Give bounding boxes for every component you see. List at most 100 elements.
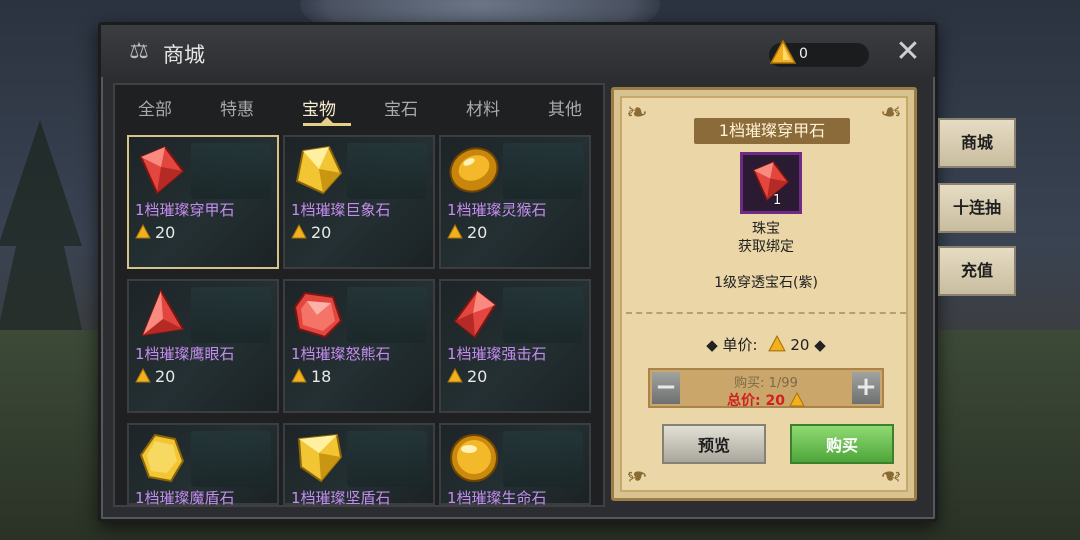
gold-triangle-icon <box>135 367 151 383</box>
gold-triangle-icon <box>447 367 463 383</box>
detail-item-icon: 1 <box>740 152 802 214</box>
red-hex-gem-icon <box>293 291 343 339</box>
window-title: 商城 <box>163 43 205 67</box>
side-tab-ten-draw[interactable]: 十连抽 <box>938 183 1016 233</box>
item-price: 20 <box>447 223 487 243</box>
buy-count: 购买: 1/99 <box>734 376 798 391</box>
corner-ornament-icon: ❧ <box>626 98 648 128</box>
corner-ornament-icon: ❧ <box>626 460 648 490</box>
increase-button[interactable]: + <box>852 372 880 404</box>
yellow-oval-gem-icon <box>139 433 185 483</box>
detail-binding: 获取绑定 <box>738 239 794 255</box>
item-background-art <box>347 143 427 199</box>
item-price-value: 20 <box>311 223 332 242</box>
gold-triangle-icon <box>768 334 787 352</box>
yellow-crystal-gem-icon <box>295 145 343 195</box>
item-price-value: 20 <box>155 223 176 242</box>
unit-price-value: 20 <box>790 336 810 354</box>
item-name: 1档璀璨强击石 <box>447 345 547 363</box>
total-price-label: 总价: 20 <box>727 393 785 409</box>
titlebar: ⚖ 商城 0 ✕ <box>101 25 935 77</box>
diamond-bullet-icon: ◆ <box>706 336 718 354</box>
item-background-art <box>347 431 427 487</box>
unit-price: ◆ 单价: 20 ◆ <box>622 334 910 355</box>
item-background-art <box>347 287 427 343</box>
item-name: 1档璀璨怒熊石 <box>291 345 391 363</box>
tab-gem[interactable]: 宝石 <box>361 95 441 120</box>
corner-ornament-icon: ❧ <box>880 98 902 128</box>
detail-title: 1档璀璨穿甲石 <box>694 118 850 144</box>
item-detail-panel: ❧ ❧ ❧ ❧ 1档璀璨穿甲石 1 珠宝 获取绑定 1级穿透宝石(紫) ◆ 单价… <box>611 87 917 501</box>
shop-item[interactable]: 1档璀璨巨象石 20 <box>283 135 435 269</box>
item-name: 1档璀璨魔盾石 <box>135 489 235 507</box>
item-background-art <box>191 287 271 343</box>
shop-item[interactable]: 1档璀璨魔盾石 <box>127 423 279 507</box>
item-name: 1档璀璨穿甲石 <box>135 201 235 219</box>
item-background-art <box>191 431 271 487</box>
shop-item[interactable]: 1档璀璨生命石 <box>439 423 591 507</box>
amber-oval-gem-icon <box>449 147 499 193</box>
divider <box>626 312 906 314</box>
quantity-stepper: − 购买: 1/99 总价: 20 + <box>648 368 884 410</box>
preview-button[interactable]: 预览 <box>662 424 766 464</box>
currency-display: 0 <box>769 39 869 67</box>
tab-indicator <box>303 123 351 126</box>
item-name: 1档璀璨生命石 <box>447 489 547 507</box>
detail-category: 珠宝 <box>752 221 780 237</box>
close-icon: ✕ <box>895 34 921 69</box>
item-background-art <box>503 143 583 199</box>
tab-all[interactable]: 全部 <box>115 95 195 120</box>
currency-value: 0 <box>799 46 808 62</box>
gold-triangle-icon <box>789 391 805 407</box>
buy-button[interactable]: 购买 <box>790 424 894 464</box>
item-background-art <box>503 431 583 487</box>
side-tab-shop[interactable]: 商城 <box>938 118 1016 168</box>
red-diamond-gem-icon <box>453 289 497 339</box>
gold-orb-gem-icon <box>450 434 498 482</box>
shop-item[interactable]: 1档璀璨怒熊石 18 <box>283 279 435 413</box>
item-price-value: 20 <box>467 223 488 242</box>
close-button[interactable]: ✕ <box>893 37 923 67</box>
category-tabs: 全部 特惠 宝物 宝石 材料 其他 <box>115 85 603 131</box>
shop-item[interactable]: 1档璀璨坚盾石 <box>283 423 435 507</box>
unit-price-label: 单价: <box>722 336 758 354</box>
shop-item[interactable]: 1档璀璨灵猴石 20 <box>439 135 591 269</box>
total-price: 总价: 20 <box>650 390 882 410</box>
gold-triangle-icon <box>135 223 151 239</box>
item-name: 1档璀璨坚盾石 <box>291 489 391 507</box>
gold-triangle-icon <box>769 39 797 64</box>
item-detail-inner: ❧ ❧ ❧ ❧ 1档璀璨穿甲石 1 珠宝 获取绑定 1级穿透宝石(紫) ◆ 单价… <box>620 96 908 492</box>
item-price-value: 20 <box>155 367 176 386</box>
shop-window: ⚖ 商城 0 ✕ 全部 特惠 宝物 宝石 材料 其他 1档璀璨穿甲石 20 1档… <box>98 22 938 522</box>
red-diamond-gem-icon <box>139 145 185 195</box>
corner-ornament-icon: ❧ <box>880 460 902 490</box>
item-background-art <box>503 287 583 343</box>
item-price-value: 18 <box>311 367 332 386</box>
item-price: 20 <box>291 223 331 243</box>
detail-item-count: 1 <box>773 193 782 208</box>
gold-triangle-icon <box>291 367 307 383</box>
shop-item[interactable]: 1档璀璨穿甲石 20 <box>127 135 279 269</box>
item-price: 20 <box>135 367 175 387</box>
item-name: 1档璀璨巨象石 <box>291 201 391 219</box>
side-tab-recharge[interactable]: 充值 <box>938 246 1016 296</box>
item-name: 1档璀璨鹰眼石 <box>135 345 235 363</box>
gold-triangle-icon <box>291 223 307 239</box>
tab-special[interactable]: 特惠 <box>197 95 277 120</box>
shop-item[interactable]: 1档璀璨强击石 20 <box>439 279 591 413</box>
red-triangle-gem-icon <box>141 288 185 337</box>
red-diamond-gem-icon <box>752 161 790 202</box>
item-price: 20 <box>135 223 175 243</box>
item-price: 18 <box>291 367 331 387</box>
item-price: 20 <box>447 367 487 387</box>
plus-icon: + <box>855 372 877 402</box>
shop-item[interactable]: 1档璀璨鹰眼石 20 <box>127 279 279 413</box>
tab-material[interactable]: 材料 <box>443 95 523 120</box>
yellow-shield-gem-icon <box>297 433 343 483</box>
item-price-value: 20 <box>467 367 488 386</box>
item-background-art <box>191 143 271 199</box>
gold-triangle-icon <box>447 223 463 239</box>
tab-other[interactable]: 其他 <box>525 95 605 120</box>
item-list-panel: 全部 特惠 宝物 宝石 材料 其他 1档璀璨穿甲石 20 1档璀璨巨象石 20 … <box>113 83 605 507</box>
tab-treasure[interactable]: 宝物 <box>279 95 359 120</box>
